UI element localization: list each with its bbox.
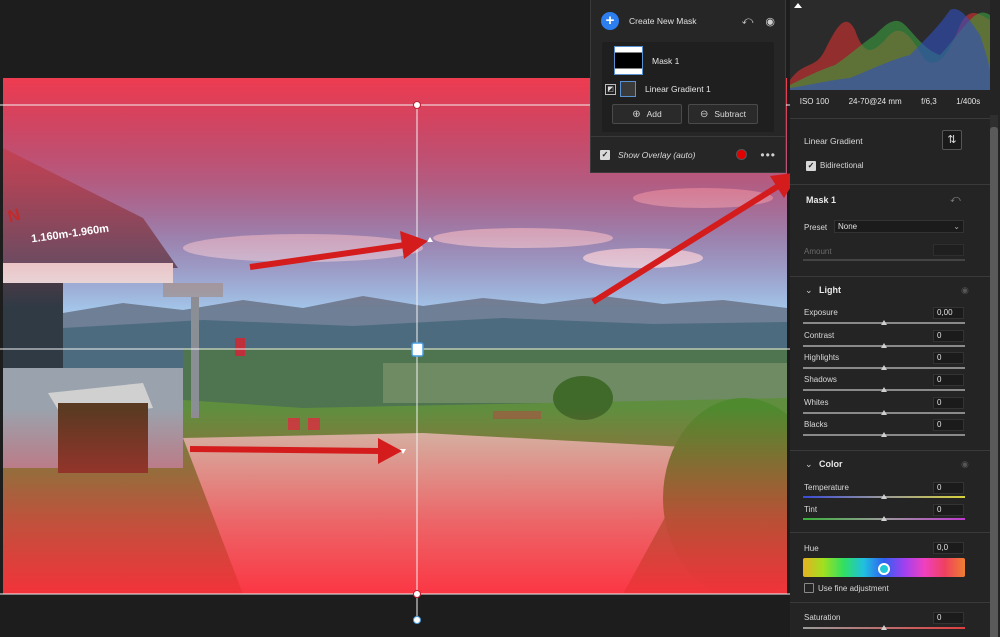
reset-mask-icon[interactable]: ⤺ — [950, 194, 961, 205]
temperature-value[interactable]: 0 — [933, 482, 964, 494]
saturation-value[interactable]: 0 — [933, 612, 964, 624]
mask-name[interactable]: Mask 1 — [652, 56, 679, 66]
more-options-icon[interactable]: ••• — [760, 148, 776, 162]
bidirectional-label[interactable]: Bidirectional — [820, 161, 864, 170]
slider-value[interactable]: 0 — [933, 352, 964, 364]
slider-value[interactable]: 0 — [933, 419, 964, 431]
tint-label: Tint — [804, 505, 818, 514]
add-icon: ⊕ — [632, 108, 641, 120]
panel-scrollbar[interactable] — [990, 115, 998, 637]
fine-adjust-checkbox[interactable] — [804, 583, 814, 593]
show-overlay-checkbox[interactable]: ✓ — [600, 149, 610, 160]
masks-panel: + Create New Mask ⤺ ◉ Mask 1 ◩ Linear Gr… — [590, 0, 786, 173]
exposure-thumb[interactable] — [881, 320, 887, 325]
preset-dropdown[interactable]: None ⌄ — [834, 220, 964, 233]
create-mask-button[interactable]: + — [601, 12, 619, 30]
component-row[interactable]: ◩ Linear Gradient 1 — [602, 81, 774, 97]
reset-icon[interactable]: ⤺ — [742, 15, 754, 28]
histogram — [790, 0, 990, 90]
overlay-color-swatch[interactable] — [736, 149, 748, 160]
rotate-handle — [413, 616, 421, 624]
mask-settings-title: Mask 1 — [806, 195, 837, 205]
amount-label: Amount — [804, 247, 832, 256]
gradient-type-icon: ◩ — [605, 83, 616, 95]
fine-adjust-label[interactable]: Use fine adjustment — [818, 584, 889, 593]
shadows-thumb[interactable] — [881, 387, 887, 392]
slider-label: Contrast — [804, 331, 835, 340]
mask-row[interactable]: Mask 1 — [602, 46, 774, 75]
gradient-tool-title: Linear Gradient — [804, 136, 863, 146]
subtract-icon: ⊖ — [699, 108, 709, 120]
mask-list: Mask 1 ◩ Linear Gradient 1 ⊕ Add ⊖ Subtrac… — [602, 42, 774, 132]
preset-label: Preset — [804, 223, 828, 232]
light-eye-icon[interactable]: ◉ — [961, 285, 969, 296]
right-panel: ISO 100 24-70@24 mm f/6,3 1/400s — [790, 0, 1000, 637]
bidirectional-checkbox[interactable]: ✓ — [806, 161, 816, 171]
show-overlay-label[interactable]: Show Overlay (auto) — [618, 150, 695, 160]
light-title[interactable]: Light — [819, 285, 841, 295]
saturation-label: Saturation — [804, 613, 841, 622]
hue-value[interactable]: 0,0 — [933, 542, 964, 554]
light-collapse-icon[interactable]: ⌄ — [805, 285, 813, 296]
tint-thumb[interactable] — [881, 516, 887, 521]
amount-slider[interactable] — [803, 259, 965, 261]
subtract-button[interactable]: ⊖ Subtract — [688, 104, 758, 124]
hue-label: Hue — [804, 544, 819, 553]
highlights-thumb[interactable] — [881, 365, 887, 370]
slider-label: Shadows — [804, 375, 837, 384]
slider-value[interactable]: 0 — [933, 330, 964, 342]
saturation-thumb[interactable] — [881, 625, 887, 630]
eye-icon[interactable]: ◉ — [765, 15, 775, 28]
tint-value[interactable]: 0 — [933, 504, 964, 516]
create-mask-label[interactable]: Create New Mask — [629, 16, 697, 26]
hue-picker[interactable] — [878, 563, 890, 575]
slider-label: Whites — [804, 398, 829, 407]
temperature-label: Temperature — [804, 483, 849, 492]
slider-label: Exposure — [804, 308, 838, 317]
mask-thumbnail[interactable] — [614, 46, 643, 75]
slider-value[interactable]: 0 — [933, 397, 964, 409]
add-button[interactable]: ⊕ Add — [612, 104, 682, 124]
amount-field[interactable] — [933, 244, 964, 256]
temperature-thumb[interactable] — [881, 494, 887, 499]
slider-value[interactable]: 0 — [933, 374, 964, 386]
blacks-thumb[interactable] — [881, 432, 887, 437]
slider-label: Highlights — [804, 353, 840, 362]
contrast-thumb[interactable] — [881, 343, 887, 348]
slider-value[interactable]: 0,00 — [933, 307, 964, 319]
slider-label: Blacks — [804, 420, 828, 429]
component-thumbnail[interactable] — [620, 81, 636, 97]
whites-thumb[interactable] — [881, 410, 887, 415]
color-collapse-icon[interactable]: ⌄ — [805, 459, 813, 470]
color-eye-icon[interactable]: ◉ — [961, 459, 969, 470]
histogram-info: ISO 100 24-70@24 mm f/6,3 1/400s — [799, 96, 981, 106]
scrollbar-thumb[interactable] — [990, 127, 998, 637]
invert-gradient-button[interactable]: ⇅ — [942, 130, 962, 150]
chevron-down-icon: ⌄ — [953, 222, 960, 231]
color-title[interactable]: Color — [819, 459, 843, 469]
component-name[interactable]: Linear Gradient 1 — [645, 84, 711, 94]
